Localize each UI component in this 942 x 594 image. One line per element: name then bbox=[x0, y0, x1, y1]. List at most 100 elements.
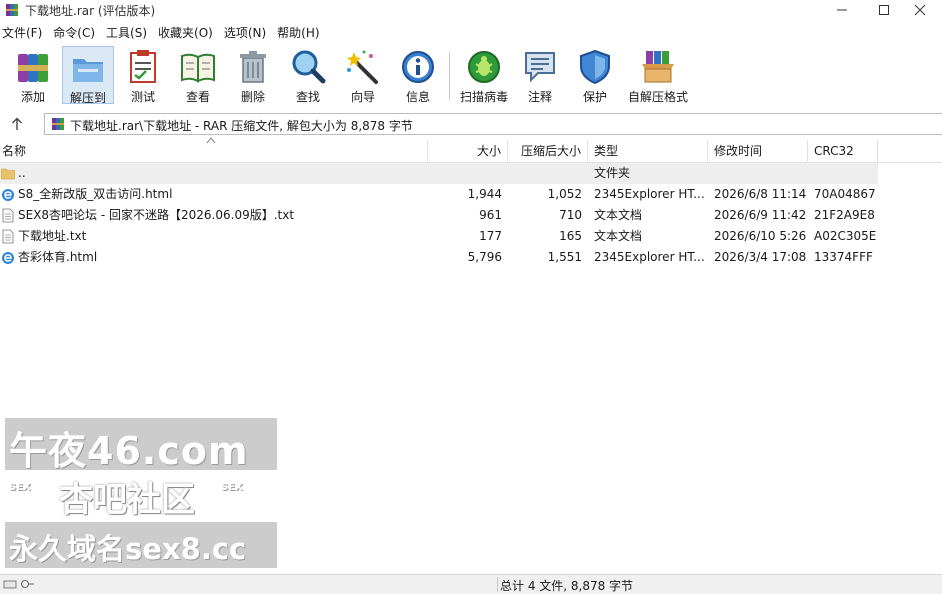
sfx-button[interactable]: 自解压格式 bbox=[626, 46, 690, 104]
add-archive-icon bbox=[18, 54, 48, 82]
status-total: 总计 4 文件, 8,878 字节 bbox=[500, 579, 634, 593]
file-modified: 2026/6/8 11:14 bbox=[714, 187, 807, 201]
watermark-line-2: 杏吧社区 bbox=[59, 480, 195, 520]
comment-button[interactable]: 注释 bbox=[514, 46, 566, 104]
file-name: 杏彩体育.html bbox=[18, 250, 98, 264]
file-name: .. bbox=[18, 166, 26, 180]
text-file-icon bbox=[2, 208, 14, 223]
path-text: 下载地址.rar\下载地址 - RAR 压缩文件, 解包大小为 8,878 字节 bbox=[70, 119, 413, 133]
watermark-line-3: 永久域名sex8.cc bbox=[9, 532, 247, 566]
extract-to-button[interactable]: 解压到 bbox=[62, 46, 114, 105]
magnifier-icon bbox=[292, 50, 326, 84]
file-crc32: 21F2A9E8 bbox=[814, 208, 875, 222]
info-button[interactable]: 信息 bbox=[392, 46, 444, 104]
column-type[interactable]: 类型 bbox=[588, 140, 708, 162]
menu-tools[interactable]: 工具(S) bbox=[104, 23, 153, 43]
browser-html-icon bbox=[2, 252, 14, 264]
file-crc32: 13374FFF bbox=[814, 250, 873, 264]
sort-ascending-icon bbox=[206, 137, 216, 144]
table-row[interactable]: 下载地址.txt 177 165 文本文档 2026/6/10 5:26 A02… bbox=[0, 226, 942, 247]
status-bar: 总计 4 文件, 8,878 字节 bbox=[0, 574, 942, 594]
address-bar: 下载地址.rar\下载地址 - RAR 压缩文件, 解包大小为 8,878 字节 bbox=[0, 112, 942, 136]
add-button[interactable]: 添加 bbox=[7, 46, 59, 104]
watermark-line-1: 午夜46.com bbox=[9, 429, 249, 473]
file-packed-size: 1,052 bbox=[547, 187, 582, 201]
file-list-header: 名称 大小 压缩后大小 类型 修改时间 CRC32 bbox=[0, 137, 942, 163]
table-row[interactable]: SEX8杏吧论坛 - 回家不迷路【2026.06.09版】.txt 961 71… bbox=[0, 205, 942, 226]
close-icon bbox=[914, 4, 926, 16]
file-packed-size: 165 bbox=[559, 229, 582, 243]
watermark-sex-left: SEX bbox=[9, 482, 31, 493]
menu-command[interactable]: 命令(C) bbox=[51, 23, 101, 43]
winrar-app-icon bbox=[6, 4, 18, 16]
test-icon bbox=[130, 50, 156, 83]
file-type: 文本文档 bbox=[594, 229, 643, 243]
arrow-up-icon bbox=[12, 117, 22, 130]
browser-html-icon bbox=[2, 189, 14, 201]
maximize-button[interactable] bbox=[864, 0, 904, 20]
column-size[interactable]: 大小 bbox=[428, 140, 508, 162]
status-separator bbox=[497, 577, 498, 592]
file-type: 2345Explorer HT... bbox=[594, 187, 704, 201]
file-type: 文件夹 bbox=[594, 166, 631, 180]
file-size: 961 bbox=[479, 208, 502, 222]
file-modified: 2026/6/10 5:26 bbox=[714, 229, 807, 243]
title-bar: 下载地址.rar (评估版本) bbox=[0, 0, 942, 20]
virus-scan-icon bbox=[468, 51, 500, 83]
path-field[interactable]: 下载地址.rar\下载地址 - RAR 压缩文件, 解包大小为 8,878 字节 bbox=[44, 113, 942, 135]
info-icon bbox=[402, 51, 434, 83]
watermark: 午夜46.com SEX 杏吧社区 SEX 永久域名sex8.cc bbox=[5, 418, 277, 568]
find-button[interactable]: 查找 bbox=[282, 46, 334, 104]
view-button[interactable]: 查看 bbox=[172, 46, 224, 104]
protect-button[interactable]: 保护 bbox=[569, 46, 621, 104]
column-packed-size[interactable]: 压缩后大小 bbox=[508, 140, 588, 162]
column-crc32[interactable]: CRC32 bbox=[808, 140, 878, 162]
column-modified[interactable]: 修改时间 bbox=[708, 140, 808, 162]
table-row-parent-folder[interactable]: .. 文件夹 bbox=[0, 163, 878, 184]
drive-key-icon bbox=[3, 580, 34, 589]
table-row[interactable]: 杏彩体育.html 5,796 1,551 2345Explorer HT...… bbox=[0, 247, 942, 268]
column-name[interactable]: 名称 bbox=[0, 137, 428, 162]
minimize-icon bbox=[837, 9, 847, 11]
menu-file[interactable]: 文件(F) bbox=[0, 23, 48, 43]
file-crc32: 70A04867 bbox=[814, 187, 876, 201]
toolbar-separator bbox=[449, 52, 450, 100]
file-size: 5,796 bbox=[467, 250, 502, 264]
file-modified: 2026/6/9 11:42 bbox=[714, 208, 807, 222]
wizard-button[interactable]: 向导 bbox=[337, 46, 389, 104]
close-button[interactable] bbox=[900, 0, 940, 20]
file-packed-size: 710 bbox=[559, 208, 582, 222]
text-file-icon bbox=[2, 229, 14, 244]
maximize-icon bbox=[879, 5, 889, 15]
extract-to-icon bbox=[73, 59, 103, 82]
file-name: 下载地址.txt bbox=[18, 229, 87, 243]
archive-icon bbox=[52, 118, 64, 130]
file-name: S8_全新改版_双击访问.html bbox=[18, 187, 173, 201]
file-name: SEX8杏吧论坛 - 回家不迷路【2026.06.09版】.txt bbox=[18, 208, 295, 222]
wizard-wand-icon bbox=[347, 50, 378, 84]
view-book-icon bbox=[181, 53, 215, 83]
file-modified: 2026/3/4 17:08 bbox=[714, 250, 807, 264]
test-button[interactable]: 测试 bbox=[117, 46, 169, 104]
folder-icon bbox=[1, 168, 15, 180]
shield-icon bbox=[580, 49, 610, 85]
virus-scan-button[interactable]: 扫描病毒 bbox=[456, 46, 512, 104]
file-packed-size: 1,551 bbox=[547, 250, 582, 264]
file-size: 1,944 bbox=[467, 187, 502, 201]
file-size: 177 bbox=[479, 229, 502, 243]
toolbar: 添加 解压到 测试 查看 删除 查找 向导 信息 扫描病毒 注释 保护 自解压格… bbox=[0, 44, 942, 106]
menu-options[interactable]: 选项(N) bbox=[222, 23, 272, 43]
menu-favorites[interactable]: 收藏夹(O) bbox=[156, 23, 219, 43]
delete-button[interactable]: 删除 bbox=[227, 46, 279, 104]
comment-icon bbox=[525, 52, 555, 83]
window-title: 下载地址.rar (评估版本) bbox=[25, 4, 156, 18]
menu-help[interactable]: 帮助(H) bbox=[275, 23, 325, 43]
sfx-box-icon bbox=[642, 51, 674, 83]
minimize-button[interactable] bbox=[822, 0, 862, 20]
file-type: 文本文档 bbox=[594, 208, 643, 222]
file-crc32: A02C305E bbox=[814, 229, 877, 243]
menu-bar: 文件(F) 命令(C) 工具(S) 收藏夹(O) 选项(N) 帮助(H) bbox=[0, 23, 942, 43]
up-folder-button[interactable] bbox=[6, 114, 28, 134]
table-row[interactable]: S8_全新改版_双击访问.html 1,944 1,052 2345Explor… bbox=[0, 184, 942, 205]
file-type: 2345Explorer HT... bbox=[594, 250, 704, 264]
